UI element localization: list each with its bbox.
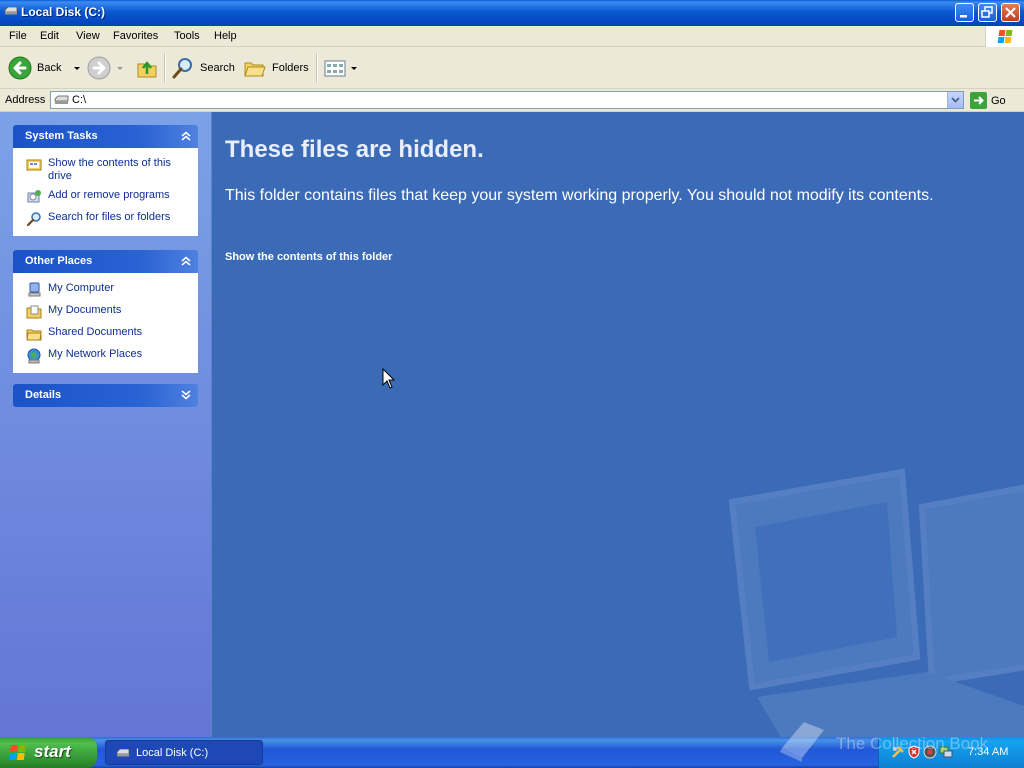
menu-bar: File Edit View Favorites Tools Help: [0, 26, 1024, 47]
show-contents-link[interactable]: Show the contents of this folder: [225, 251, 392, 263]
system-tasks-panel: System Tasks Show the contents of this d…: [13, 125, 198, 236]
folder-up-icon: [137, 61, 157, 78]
minimize-icon: [960, 15, 967, 18]
windows-flag-icon: [997, 30, 1013, 43]
title-bar[interactable]: Local Disk (C:): [0, 0, 1024, 26]
folders-button[interactable]: Folders: [243, 52, 309, 84]
address-label: Address: [5, 94, 46, 106]
place-label: Shared Documents: [48, 326, 143, 338]
address-value: C:\: [72, 94, 87, 106]
place-label: My Computer: [48, 282, 115, 294]
folders-icon: [244, 62, 266, 77]
toolbar: Back Search Folders: [0, 47, 1024, 89]
menu-view[interactable]: View: [76, 30, 100, 42]
windows-logo: [985, 26, 1024, 47]
system-tasks-header[interactable]: System Tasks: [13, 125, 198, 148]
drive-icon: [4, 7, 18, 15]
back-button[interactable]: Back: [8, 52, 81, 84]
back-arrow-icon: [8, 56, 32, 80]
forward-arrow-icon: [87, 56, 111, 80]
address-bar: Address C:\ Go: [0, 89, 1024, 112]
address-input[interactable]: C:\: [50, 91, 964, 109]
hidden-files-description: This folder contains files that keep you…: [225, 187, 934, 204]
expand-chevron-icon[interactable]: [179, 388, 193, 402]
details-header[interactable]: Details: [13, 384, 198, 407]
place-label: My Documents: [48, 304, 122, 316]
forward-dropdown-icon[interactable]: [117, 66, 123, 70]
menu-edit[interactable]: Edit: [40, 30, 59, 42]
task-pane: System Tasks Show the contents of this d…: [0, 112, 211, 737]
shared-folder-icon: [26, 329, 42, 341]
restore-icon: [981, 6, 993, 18]
restore-button[interactable]: [978, 3, 997, 22]
back-label: Back: [37, 62, 62, 74]
place-label: My Network Places: [48, 348, 143, 360]
watermark-text: The Collection Book: [836, 734, 989, 753]
views-dropdown-icon[interactable]: [351, 66, 357, 70]
collapse-chevron-icon[interactable]: [179, 129, 193, 143]
other-places-list: My Computer My Documents Shared Document…: [13, 273, 198, 373]
other-places-header[interactable]: Other Places: [13, 250, 198, 273]
other-places-panel: Other Places My Computer My Documents Sh…: [13, 250, 198, 373]
search-icon: [172, 58, 192, 79]
place-my-computer[interactable]: My Computer: [14, 279, 197, 301]
computer-watermark-icon: [728, 468, 1024, 737]
start-button[interactable]: start: [0, 737, 97, 768]
windows-flag-icon: [9, 745, 26, 760]
place-my-documents[interactable]: My Documents: [14, 301, 197, 323]
toolbar-separator: [164, 53, 166, 83]
task-label: Show the contents of this drive: [48, 157, 171, 182]
system-tasks-list: Show the contents of this drive Add or r…: [13, 148, 198, 236]
other-places-title: Other Places: [25, 255, 93, 267]
taskbar-window-label: Local Disk (C:): [136, 746, 209, 759]
close-button[interactable]: [1001, 3, 1020, 22]
menu-help[interactable]: Help: [214, 30, 237, 42]
forward-button[interactable]: [87, 52, 123, 84]
add-remove-programs-icon: [27, 190, 41, 203]
task-add-remove-programs[interactable]: Add or remove programs: [14, 186, 197, 208]
chevron-down-icon: [951, 97, 960, 103]
hidden-files-heading: These files are hidden.: [225, 136, 484, 163]
back-dropdown-icon[interactable]: [74, 66, 81, 70]
toolbar-separator: [316, 53, 318, 83]
place-my-network-places[interactable]: My Network Places: [14, 345, 197, 367]
details-title: Details: [25, 389, 62, 401]
task-label: Search for files or folders: [48, 211, 171, 223]
mouse-cursor-icon: [382, 368, 396, 389]
my-documents-icon: [26, 305, 42, 319]
folders-label: Folders: [272, 62, 309, 74]
window-title: Local Disk (C:): [21, 5, 106, 19]
drive-icon: [54, 95, 69, 104]
go-button[interactable]: Go: [970, 92, 1006, 109]
taskbar-window-button[interactable]: Local Disk (C:): [105, 740, 263, 765]
collapse-chevron-icon[interactable]: [179, 254, 193, 268]
search-label: Search: [200, 62, 235, 74]
search-icon: [26, 212, 41, 227]
place-shared-documents[interactable]: Shared Documents: [14, 323, 197, 345]
go-label: Go: [991, 94, 1006, 107]
drive-icon: [116, 748, 130, 756]
task-show-drive-contents[interactable]: Show the contents of this drive: [14, 154, 197, 186]
details-panel: Details: [13, 384, 198, 407]
system-tasks-title: System Tasks: [25, 130, 98, 142]
menu-tools[interactable]: Tools: [174, 30, 200, 42]
menu-file[interactable]: File: [9, 30, 27, 42]
task-label: Add or remove programs: [48, 189, 170, 201]
drive-contents-icon: [26, 159, 42, 171]
my-computer-icon: [28, 282, 41, 297]
go-arrow-icon: [970, 92, 987, 109]
close-icon: [1005, 7, 1016, 18]
network-places-icon: [27, 348, 41, 364]
menu-favorites[interactable]: Favorites: [113, 30, 158, 42]
address-dropdown-button[interactable]: [947, 92, 963, 108]
start-label: start: [34, 742, 71, 761]
book-watermark-icon: [780, 722, 824, 762]
content-pane: These files are hidden. This folder cont…: [211, 112, 1024, 737]
search-button[interactable]: Search: [171, 52, 235, 84]
minimize-button[interactable]: [955, 3, 974, 22]
up-button[interactable]: [135, 52, 159, 84]
task-search-files[interactable]: Search for files or folders: [14, 208, 197, 230]
views-icon: [324, 60, 346, 77]
views-button[interactable]: [323, 52, 357, 84]
